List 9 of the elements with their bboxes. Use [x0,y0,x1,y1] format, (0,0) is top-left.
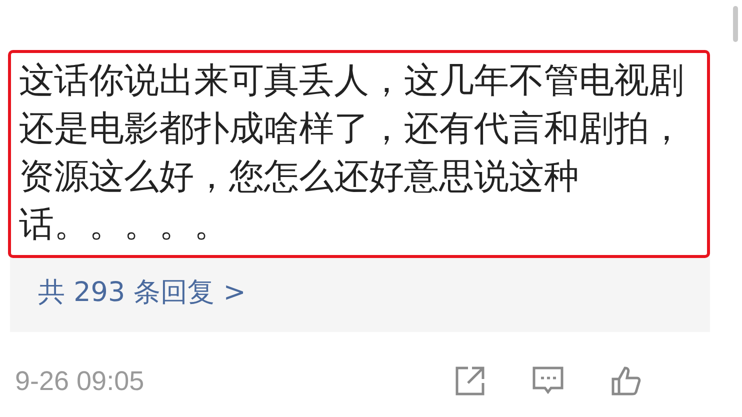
scrollbar[interactable] [733,6,738,42]
comment-time: 9-26 09:05 [15,366,146,396]
replies-link[interactable]: 共 293 条回复 > [38,274,246,310]
comment-line: 资源这么好，您怎么还好意思说这种 [19,156,579,199]
comment-line: 话。。。。。 [19,204,229,247]
thumbs-up-icon[interactable] [610,365,642,397]
share-icon[interactable] [454,365,486,397]
comment-line: 这话你说出来可真丢人，这几年不管电视剧 [19,60,684,103]
comment-line: 还是电影都扑成啥样了，还有代言和剧拍， [19,108,684,151]
